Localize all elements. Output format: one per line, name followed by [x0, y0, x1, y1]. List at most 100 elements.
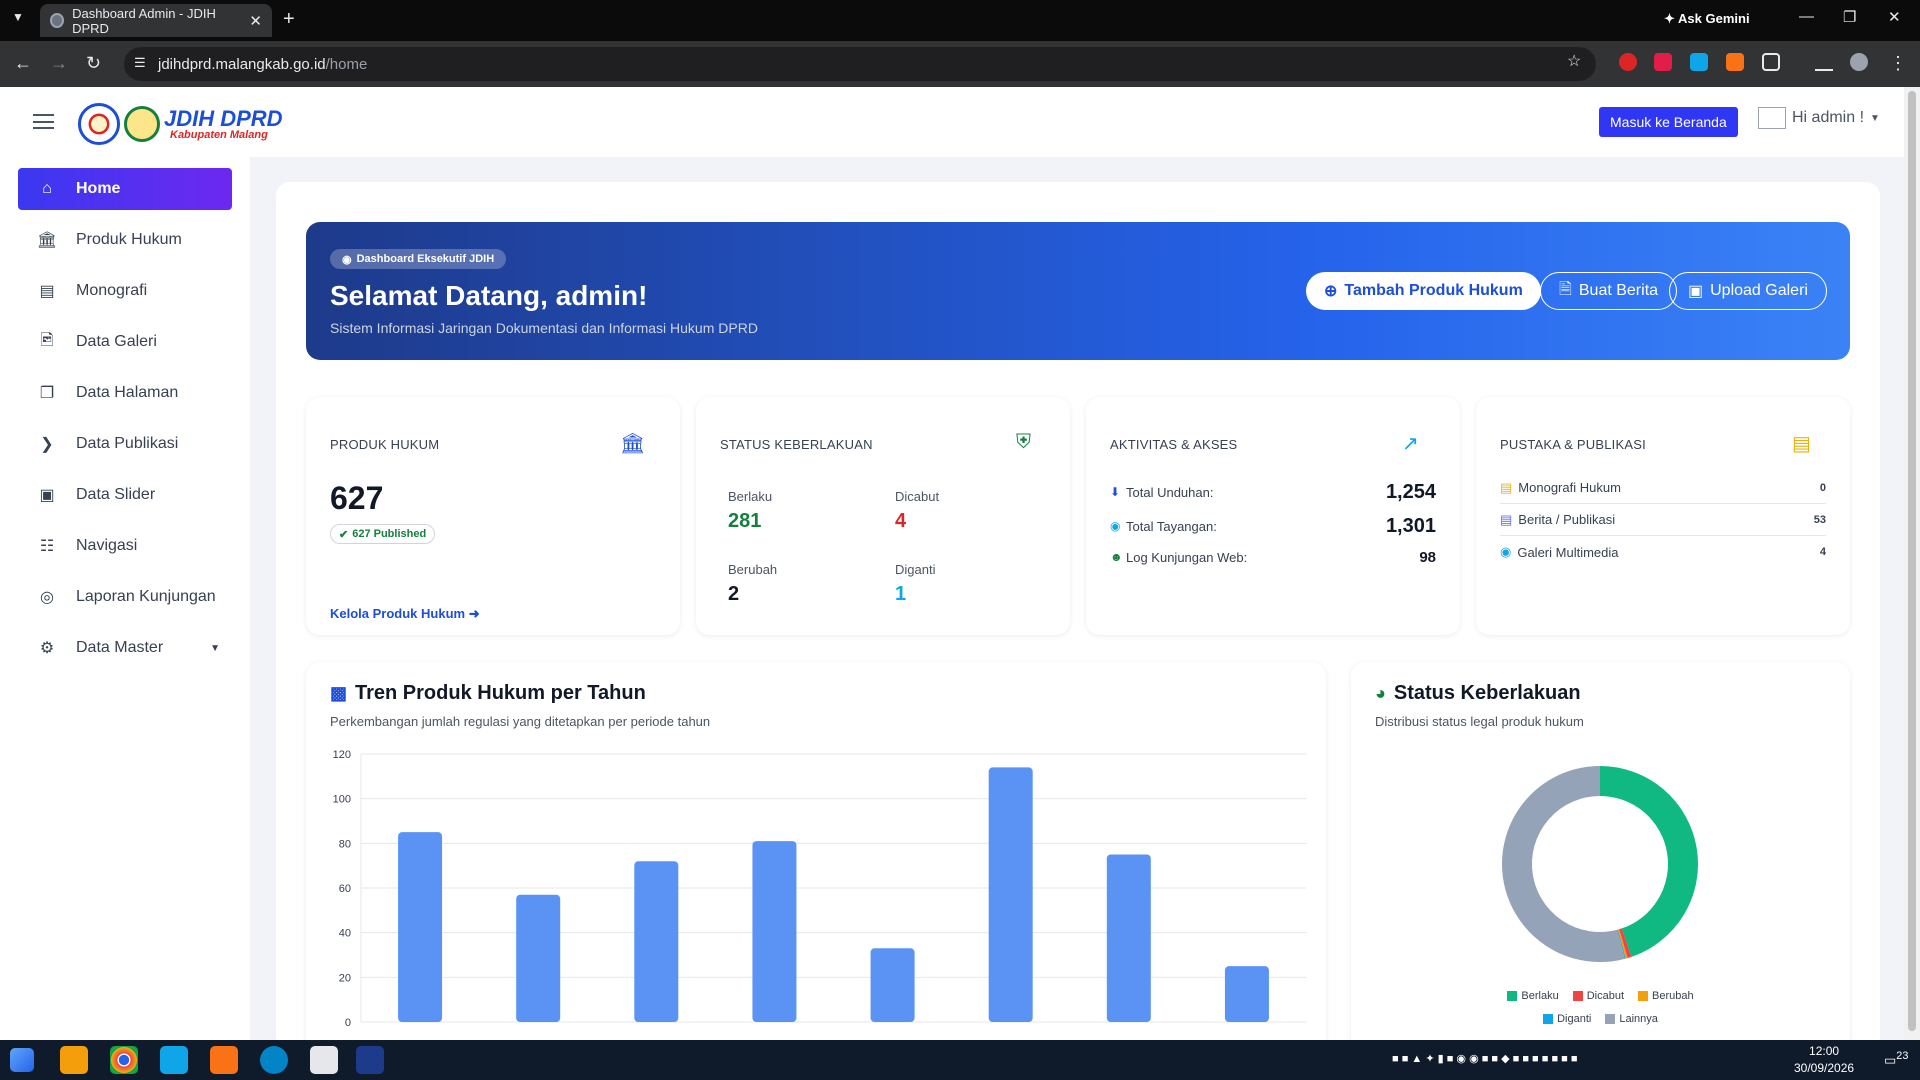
site-info-icon[interactable]: ☰ [134, 55, 146, 71]
chrome-icon[interactable] [110, 1046, 138, 1074]
chevron-down-icon: ▼ [1870, 112, 1880, 124]
profile-avatar-icon[interactable] [1850, 53, 1868, 71]
trend-title: Tren Produk Hukum per Tahun [355, 682, 646, 704]
newspaper-icon: ▤ [1500, 511, 1513, 527]
tayangan-value: 1,301 [1385, 514, 1436, 537]
card-aktivitas-akses: AKTIVITAS & AKSES ↗ ⬇ Total Unduhan: 1,2… [1086, 397, 1460, 635]
kelola-produk-hukum-link[interactable]: Kelola Produk Hukum ➜ [330, 606, 480, 622]
extension-icon[interactable] [1654, 53, 1672, 71]
legend-swatch [1605, 1014, 1616, 1024]
url-bar[interactable]: ☰ jdihdprd.malangkab.go.id/home [124, 47, 1596, 81]
sidebar-item-produk-hukum[interactable]: 🏛 Produk Hukum [18, 219, 232, 261]
welcome-banner: ◉ Dashboard Eksekutif JDIH Selamat Datang… [306, 222, 1850, 360]
eye-icon: ◉ [1110, 519, 1121, 533]
ask-gemini-button[interactable]: ✦ Ask Gemini [1664, 11, 1750, 27]
y-tick-label: 40 [339, 928, 351, 940]
extension-icon[interactable] [1726, 53, 1744, 71]
sidebar-item-laporan-kunjungan[interactable]: ◎ Laporan Kunjungan [18, 576, 232, 618]
app-icon[interactable] [310, 1046, 338, 1074]
sidebar-item-data-halaman[interactable]: ❐ Data Halaman [18, 372, 232, 414]
site-logo[interactable]: JDIH DPRD Kabupaten Malang [78, 103, 283, 145]
berita-label: Berita / Publikasi [1518, 512, 1616, 527]
menu-kebab-icon[interactable]: ⋮ [1889, 53, 1907, 74]
sidebar-item-data-publikasi[interactable]: ❯ Data Publikasi [18, 423, 232, 465]
clock-date: 30/09/2026 [1794, 1061, 1855, 1075]
legend-item[interactable]: Diganti [1543, 1013, 1591, 1025]
monografi-value: 0 [1819, 481, 1826, 494]
sidebar-item-home[interactable]: ⌂ Home [18, 168, 232, 210]
masuk-beranda-button[interactable]: Masuk ke Beranda [1599, 107, 1738, 137]
forward-icon[interactable]: → [50, 53, 68, 74]
book-icon: ▤ [39, 283, 55, 300]
sublime-icon[interactable] [210, 1046, 238, 1074]
new-tab-icon[interactable]: + [283, 8, 295, 31]
gear-icon: ⚙ [39, 640, 55, 657]
windows-taskbar: ■ ■ ▲ ✦ ▮ ■ ◉ ◉ ■ ■ ◆ ■ ■ ■ ■ ■ ■ ■ 12:0… [0, 1040, 1920, 1080]
sidebar-item-data-slider[interactable]: ▣ Data Slider [18, 474, 232, 516]
image-icon: ▣ [1688, 283, 1704, 300]
welcome-subtitle: Sistem Informasi Jaringan Dokumentasi da… [330, 320, 758, 336]
app-icon[interactable] [356, 1046, 384, 1074]
book-icon: ▤ [1500, 479, 1513, 495]
sidebar-item-navigasi[interactable]: ☷ Navigasi [18, 525, 232, 567]
edge-icon[interactable] [260, 1046, 288, 1074]
tab-search-icon[interactable]: ▼ [12, 10, 24, 24]
legend-item[interactable]: Berubah [1638, 990, 1694, 1002]
sidebar-item-monografi[interactable]: ▤ Monografi [18, 270, 232, 312]
bookmark-star-icon[interactable]: ☆ [1567, 51, 1581, 71]
scrollbar-thumb[interactable] [1908, 91, 1916, 1031]
clock[interactable]: 12:00 30/09/2026 [1794, 1043, 1854, 1077]
book-icon: ▤ [1792, 433, 1811, 455]
file-explorer-icon[interactable] [60, 1046, 88, 1074]
legend-item[interactable]: Berlaku [1507, 990, 1559, 1002]
ask-gemini-label: Ask Gemini [1678, 11, 1750, 26]
windows-start-icon[interactable] [10, 1048, 34, 1072]
tambah-produk-hukum-button[interactable]: ⊕ Tambah Produk Hukum [1306, 272, 1541, 310]
bar [988, 767, 1033, 1022]
legend-label: Lainnya [1619, 1013, 1658, 1025]
legend-label: Berlaku [1521, 990, 1559, 1002]
shield-icon: ⛨ [1016, 431, 1031, 453]
sidebar-item-label: Home [76, 180, 121, 197]
browser-tab[interactable]: Dashboard Admin - JDIH DPRD ✕ [40, 4, 272, 37]
buat-berita-button[interactable]: 🗎 Buat Berita [1540, 272, 1678, 310]
legend-item[interactable]: Dicabut [1572, 990, 1624, 1002]
avatar [1758, 107, 1786, 129]
chart-line-icon: ↗ [1402, 433, 1419, 455]
sidebar-item-label: Monografi [76, 282, 148, 299]
clock-time: 12:00 [1809, 1044, 1840, 1058]
hamburger-menu-icon[interactable] [33, 114, 54, 129]
y-tick-label: 60 [339, 883, 351, 895]
reload-icon[interactable]: ↻ [86, 53, 101, 74]
back-icon[interactable]: ← [14, 53, 32, 74]
sidebar-item-data-galeri[interactable]: 🖻 Data Galeri [18, 321, 232, 363]
page-scrollbar[interactable] [1904, 87, 1920, 1040]
tab-close-icon[interactable]: ✕ [249, 12, 262, 30]
document-icon: 🗎 [1559, 280, 1572, 298]
unduhan-label: Total Unduhan: [1126, 484, 1214, 500]
extensions-puzzle-icon[interactable] [1762, 53, 1780, 71]
window-close-icon[interactable]: ✕ [1888, 8, 1901, 26]
legend-row: Berlaku Dicabut Berubah [1351, 990, 1850, 1002]
status-subtitle: Distribusi status legal produk hukum [1375, 714, 1584, 729]
legend-label: Berubah [1652, 990, 1694, 1002]
log-kunjungan-row: ☻ Log Kunjungan Web: 98 [1110, 542, 1436, 572]
sidebar-item-label: Produk Hukum [76, 231, 182, 248]
extension-icon[interactable] [1690, 53, 1708, 71]
tayangan-row: ◉ Total Tayangan: 1,301 [1110, 511, 1436, 541]
logo-subtitle: Kabupaten Malang [170, 128, 268, 141]
tray-icons[interactable]: ■ ■ ▲ ✦ ▮ ■ ◉ ◉ ■ ■ ◆ ■ ■ ■ ■ ■ ■ ■ [1392, 1052, 1578, 1065]
upload-galeri-button[interactable]: ▣ Upload Galeri [1669, 272, 1827, 310]
trend-bar-chart: 0 20 40 60 80 100 120 [333, 749, 1306, 1029]
notification-icon[interactable]: ▭23 [1884, 1050, 1908, 1068]
legend-item[interactable]: Lainnya [1605, 1013, 1658, 1025]
restore-icon[interactable]: ❐ [1843, 8, 1856, 26]
berita-row: ▤ Berita / Publikasi 53 [1500, 504, 1826, 536]
minimize-icon[interactable]: — [1799, 8, 1814, 25]
user-menu[interactable]: Hi admin ! ▼ [1758, 107, 1880, 129]
vscode-icon[interactable] [160, 1046, 188, 1074]
bank-icon: 🏛 [36, 232, 58, 249]
reading-list-icon[interactable] [1815, 53, 1833, 71]
sidebar-item-data-master[interactable]: ⚙ Data Master ▼ [18, 627, 232, 669]
extension-icon[interactable] [1619, 53, 1637, 71]
